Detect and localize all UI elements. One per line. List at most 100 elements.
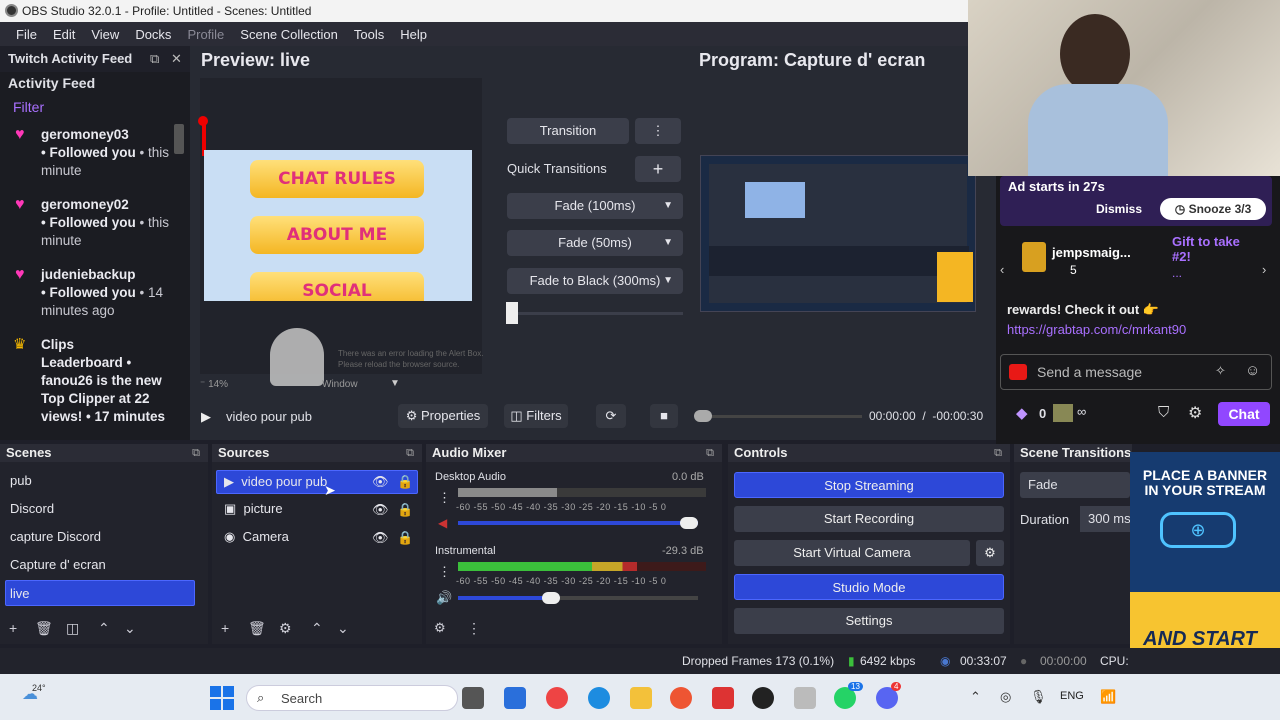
menu-help[interactable]: Help bbox=[392, 27, 435, 42]
selection-handle-dot[interactable] bbox=[198, 116, 208, 126]
gift-promo[interactable]: Gift to take #2! bbox=[1172, 234, 1254, 264]
media-seek-handle[interactable] bbox=[694, 410, 712, 422]
menu-scene-collection[interactable]: Scene Collection bbox=[232, 27, 346, 42]
audio-menu-icon[interactable]: ⋮ bbox=[438, 490, 451, 506]
advanced-audio-icon[interactable]: ⚙ bbox=[434, 620, 446, 636]
float-icon[interactable]: ⧉ bbox=[150, 46, 159, 72]
dropdown-icon[interactable]: ▼ bbox=[390, 378, 400, 389]
filters-button[interactable]: ◫ Filters bbox=[504, 404, 568, 428]
dismiss-button[interactable]: Dismiss bbox=[1088, 198, 1150, 220]
stop-icon[interactable]: ■ bbox=[650, 404, 678, 428]
menu-view[interactable]: View bbox=[83, 27, 127, 42]
scene-item[interactable]: pub bbox=[10, 470, 32, 492]
scene-item[interactable]: Capture d' ecran bbox=[10, 554, 106, 576]
scene-filters-icon[interactable]: ◫ bbox=[66, 620, 79, 637]
stop-streaming-button[interactable]: Stop Streaming bbox=[734, 472, 1004, 498]
obs-icon[interactable] bbox=[752, 687, 774, 709]
feed-filter[interactable]: Filter bbox=[0, 94, 190, 120]
move-up-icon[interactable]: ⌃ bbox=[98, 620, 110, 637]
close-icon[interactable]: ✕ bbox=[171, 46, 182, 72]
source-item[interactable]: ◉ Camera bbox=[224, 526, 289, 548]
chat-button[interactable]: Chat bbox=[1218, 402, 1270, 426]
carousel-prev-icon[interactable]: ‹ bbox=[1000, 262, 1004, 277]
start-virtual-camera-button[interactable]: Start Virtual Camera bbox=[734, 540, 970, 566]
menu-file[interactable]: File bbox=[8, 27, 45, 42]
app-icon[interactable] bbox=[794, 687, 816, 709]
scene-item[interactable]: capture Discord bbox=[10, 526, 101, 548]
chat-link[interactable]: https://grabtap.com/c/mrkant90 bbox=[1007, 322, 1186, 337]
quick-transition-item[interactable]: Fade to Black (300ms) ▼ bbox=[507, 268, 683, 294]
visibility-eye-icon[interactable]: 👁 bbox=[372, 527, 389, 549]
chat-input[interactable]: Send a message ✧ ☺ bbox=[1000, 354, 1272, 390]
windows-start-icon[interactable] bbox=[210, 686, 234, 710]
play-icon[interactable]: ▶ bbox=[201, 409, 211, 425]
magic-icon[interactable]: ✧ bbox=[1215, 363, 1226, 379]
lock-icon[interactable]: 🔒 bbox=[397, 527, 413, 549]
file-explorer-icon[interactable] bbox=[630, 687, 652, 709]
store-icon[interactable] bbox=[504, 687, 526, 709]
restart-icon[interactable]: ⟳ bbox=[596, 404, 626, 428]
channel-points-icon[interactable]: ◆ bbox=[1016, 404, 1028, 422]
visibility-eye-icon[interactable]: 👁 bbox=[372, 499, 389, 521]
anydesk-icon[interactable] bbox=[712, 687, 734, 709]
float-icon[interactable]: ⧉ bbox=[192, 444, 200, 462]
feed-item-name[interactable]: geromoney02 bbox=[41, 196, 176, 214]
float-icon[interactable]: ⧉ bbox=[406, 444, 414, 462]
audio-menu-icon[interactable]: ⋮ bbox=[438, 564, 451, 580]
source-item[interactable]: ▣ picture bbox=[224, 498, 283, 520]
quick-transition-item[interactable]: Fade (50ms) ▼ bbox=[507, 230, 683, 256]
shield-icon[interactable]: ⛉ bbox=[1158, 404, 1169, 421]
studio-mode-button[interactable]: Studio Mode bbox=[734, 574, 1004, 600]
float-icon[interactable]: ⧉ bbox=[994, 444, 1002, 462]
menu-profile[interactable]: Profile bbox=[179, 27, 232, 42]
visibility-eye-icon[interactable]: 👁 bbox=[372, 471, 389, 493]
move-down-icon[interactable]: ⌄ bbox=[124, 620, 136, 637]
media-seek-bar[interactable] bbox=[700, 415, 862, 418]
language-indicator[interactable]: ENG bbox=[1060, 690, 1084, 702]
transition-button[interactable]: Transition bbox=[507, 118, 629, 144]
duration-input[interactable]: 300 ms bbox=[1080, 506, 1130, 532]
t-bar-handle[interactable] bbox=[506, 302, 518, 324]
mixer-menu-icon[interactable]: ⋮ bbox=[467, 620, 481, 637]
emoji-icon[interactable]: ☺ bbox=[1245, 362, 1260, 379]
microphone-icon[interactable]: 🎙 bbox=[1030, 689, 1047, 705]
lock-icon[interactable]: 🔒 bbox=[397, 471, 413, 493]
add-quick-transition-button[interactable]: + bbox=[635, 156, 681, 182]
virtual-camera-settings-icon[interactable]: ⚙ bbox=[976, 540, 1004, 566]
lock-icon[interactable]: 🔒 bbox=[397, 499, 413, 521]
snooze-button[interactable]: ◷ Snooze 3/3 bbox=[1160, 198, 1266, 220]
menu-tools[interactable]: Tools bbox=[346, 27, 392, 42]
copilot-icon[interactable] bbox=[546, 687, 568, 709]
menu-edit[interactable]: Edit bbox=[45, 27, 83, 42]
transition-select[interactable]: Fade bbox=[1020, 472, 1130, 498]
move-down-icon[interactable]: ⌄ bbox=[337, 620, 349, 637]
properties-button[interactable]: ⚙ Properties bbox=[398, 404, 488, 428]
menu-docks[interactable]: Docks bbox=[127, 27, 179, 42]
volume-slider[interactable] bbox=[458, 517, 698, 529]
add-source-icon[interactable]: + bbox=[221, 620, 229, 636]
t-bar-track[interactable] bbox=[507, 312, 683, 315]
settings-icon[interactable]: ⚙ bbox=[1188, 403, 1202, 423]
start-recording-button[interactable]: Start Recording bbox=[734, 506, 1004, 532]
tray-chevron-icon[interactable]: ⌃ bbox=[970, 689, 981, 705]
add-scene-icon[interactable]: + bbox=[9, 620, 17, 636]
feed-scrollbar[interactable] bbox=[174, 124, 184, 154]
carousel-next-icon[interactable]: › bbox=[1262, 262, 1266, 277]
remove-source-icon[interactable]: 🗑 bbox=[248, 620, 266, 637]
scene-item[interactable]: Discord bbox=[10, 498, 54, 520]
tray-network-icon[interactable]: ◎ bbox=[1000, 689, 1011, 705]
chrome-icon[interactable] bbox=[670, 687, 692, 709]
move-up-icon[interactable]: ⌃ bbox=[311, 620, 323, 637]
source-item[interactable]: ▶ video pour pub bbox=[224, 471, 327, 493]
taskbar-search[interactable]: ⌕ Search bbox=[246, 685, 458, 711]
quick-transition-item[interactable]: Fade (100ms) ▼ bbox=[507, 193, 683, 219]
settings-button[interactable]: Settings bbox=[734, 608, 1004, 634]
transition-menu-icon[interactable]: ⋮ bbox=[635, 118, 681, 144]
muted-icon[interactable]: ◀ bbox=[438, 516, 447, 530]
preview-banner-image[interactable]: CHAT RULES ABOUT ME SOCIAL bbox=[204, 150, 472, 301]
feed-item-name[interactable]: judeniebackup bbox=[41, 266, 176, 284]
wifi-icon[interactable]: 📶 bbox=[1100, 689, 1116, 705]
scene-item-selected[interactable]: live bbox=[5, 580, 195, 606]
volume-slider[interactable] bbox=[458, 592, 698, 604]
speaker-icon[interactable]: 🔊 bbox=[436, 590, 452, 606]
